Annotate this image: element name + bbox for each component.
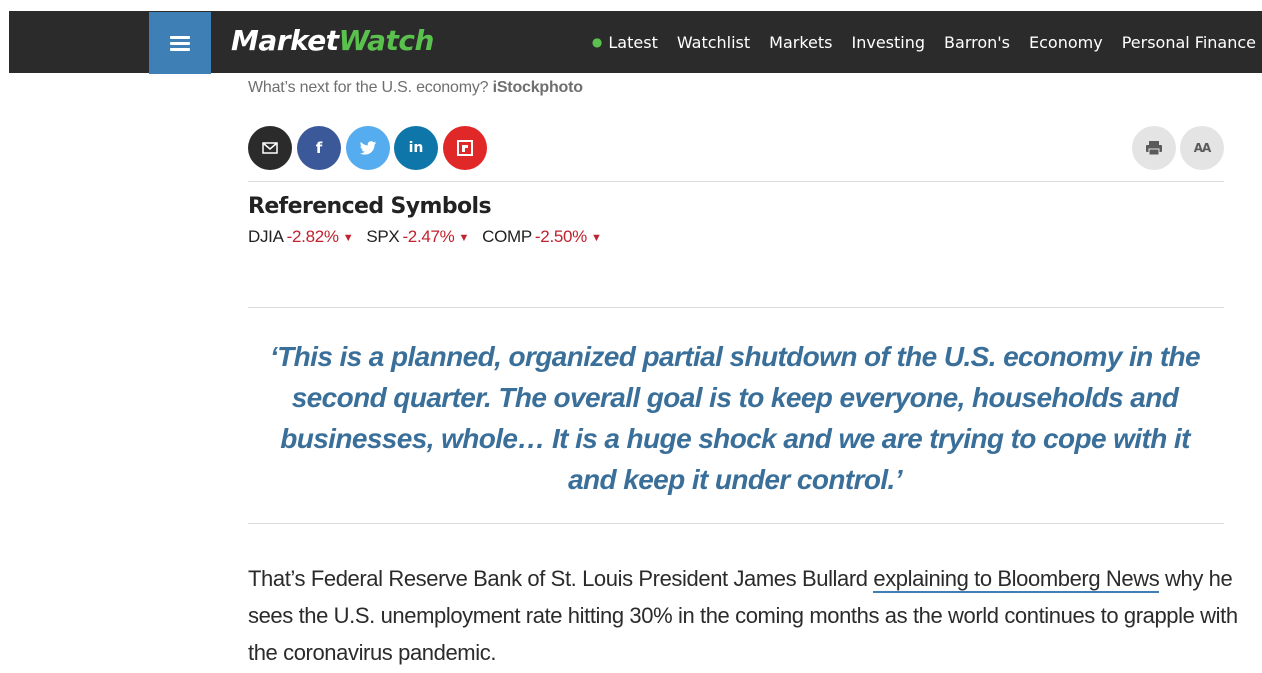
print-button[interactable] <box>1132 126 1176 170</box>
symbol-change: -2.47% <box>402 227 455 246</box>
symbol-change: -2.82% <box>286 227 339 246</box>
symbol-ticker: SPX <box>366 227 400 246</box>
facebook-icon: f <box>315 139 323 157</box>
menu-button[interactable] <box>149 12 211 74</box>
main-nav: ● Latest Watchlist Markets Investing Barr… <box>573 11 1256 73</box>
symbol-ticker: DJIA <box>248 227 284 246</box>
divider <box>248 523 1224 524</box>
image-caption: What’s next for the U.S. economy? iStock… <box>248 79 583 97</box>
down-arrow-icon: ▼ <box>458 232 470 244</box>
share-email-button[interactable] <box>248 126 292 170</box>
share-flipboard-button[interactable] <box>443 126 487 170</box>
divider <box>248 307 1224 308</box>
symbol-djia[interactable]: DJIA -2.82% ▼ <box>248 227 354 247</box>
flipboard-icon <box>457 140 473 156</box>
nav-watchlist[interactable]: Watchlist <box>677 33 750 52</box>
symbol-spx[interactable]: SPX -2.47% ▼ <box>366 227 469 247</box>
share-facebook-button[interactable]: f <box>297 126 341 170</box>
site-header: MarketWatch ● Latest Watchlist Markets In… <box>9 11 1262 74</box>
article-paragraph: That’s Federal Reserve Bank of St. Louis… <box>248 560 1238 671</box>
caption-credit: iStockphoto <box>492 79 583 96</box>
text-size-icon: AA <box>1193 141 1212 155</box>
divider <box>248 181 1224 182</box>
referenced-symbols-list: DJIA -2.82% ▼ SPX -2.47% ▼ COMP -2.50% ▼ <box>248 227 615 247</box>
live-dot-icon: ● <box>591 34 603 49</box>
nav-barrons[interactable]: Barron's <box>944 33 1010 52</box>
twitter-icon <box>359 140 377 155</box>
share-toolbar: f in AA <box>248 126 1224 170</box>
symbol-ticker: COMP <box>482 227 532 246</box>
bloomberg-news-link[interactable]: explaining to Bloomberg News <box>873 566 1160 593</box>
logo-watch-text: Watch <box>338 24 435 57</box>
nav-latest-label: Latest <box>608 32 658 52</box>
symbol-comp[interactable]: COMP -2.50% ▼ <box>482 227 602 247</box>
nav-latest[interactable]: ● Latest <box>592 33 658 52</box>
page-top-margin <box>0 0 1262 11</box>
down-arrow-icon: ▼ <box>591 232 602 244</box>
page-left-margin <box>0 0 9 673</box>
print-icon <box>1146 141 1162 156</box>
nav-markets[interactable]: Markets <box>769 33 832 52</box>
share-twitter-button[interactable] <box>346 126 390 170</box>
text-size-button[interactable]: AA <box>1180 126 1224 170</box>
caption-text: What’s next for the U.S. economy? <box>248 79 489 96</box>
logo-market-text: Market <box>231 24 339 57</box>
marketwatch-logo[interactable]: MarketWatch <box>231 23 434 59</box>
referenced-symbols-title: Referenced Symbols <box>248 194 492 219</box>
nav-personal-finance[interactable]: Personal Finance <box>1122 33 1256 52</box>
symbol-change: -2.50% <box>534 227 587 246</box>
share-linkedin-button[interactable]: in <box>394 126 438 170</box>
down-arrow-icon: ▼ <box>342 232 354 244</box>
hamburger-icon <box>170 36 190 51</box>
nav-economy[interactable]: Economy <box>1029 33 1103 52</box>
email-icon <box>262 142 278 154</box>
pull-quote: ‘This is a planned, organized partial sh… <box>269 341 1201 495</box>
linkedin-icon: in <box>408 140 424 156</box>
paragraph-text-start: That’s Federal Reserve Bank of St. Louis… <box>248 566 874 591</box>
nav-investing[interactable]: Investing <box>852 33 926 52</box>
